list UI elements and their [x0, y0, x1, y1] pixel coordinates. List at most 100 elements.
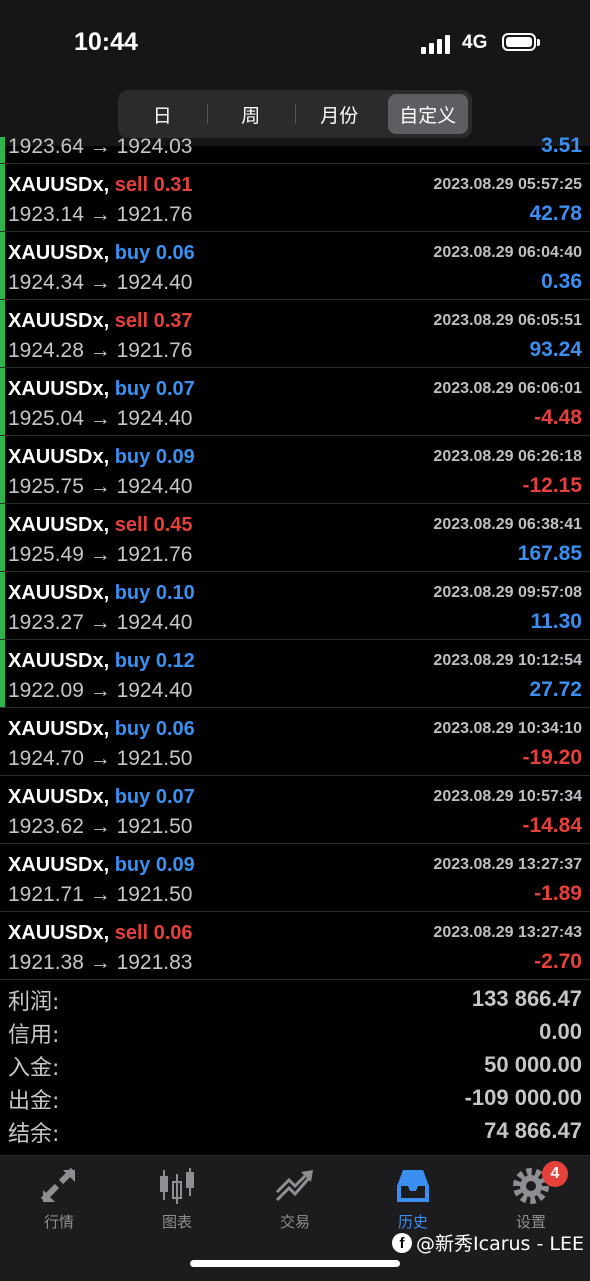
trade-prices: 1924.70 → 1921.50 [8, 747, 193, 770]
summary-credit: 信用: 0.00 [0, 1017, 590, 1050]
list-item-partial[interactable]: 1923.64 → 1924.03 3.51 [0, 137, 590, 164]
summary-label: 信用: [8, 1023, 60, 1048]
trade-title: XAUUSDx, buy 0.10 [8, 582, 195, 605]
trade-history-list[interactable]: 1923.64 → 1924.03 3.51 XAUUSDx, sell 0.3… [0, 137, 590, 980]
trade-title: XAUUSDx, sell 0.37 [8, 310, 193, 333]
summary-value: -109 000.00 [464, 1085, 582, 1110]
list-item[interactable]: XAUUSDx, buy 0.07 2023.08.29 06:06:01 1925… [0, 368, 590, 436]
status-bar-indicator [0, 368, 5, 435]
trade-volume: 0.06 [155, 242, 195, 264]
trade-side: buy [114, 242, 151, 264]
trade-side: buy [114, 582, 151, 604]
trade-profit: -19.20 [522, 746, 582, 769]
list-item[interactable]: XAUUSDx, sell 0.45 2023.08.29 06:38:41 192… [0, 504, 590, 572]
summary-profit: 利润: 133 866.47 [0, 984, 590, 1017]
list-item[interactable]: XAUUSDx, buy 0.12 2023.08.29 10:12:54 1922… [0, 640, 590, 708]
trade-symbol: XAUUSDx, [8, 582, 110, 604]
watermark-text: @新秀Icarus - LEE [416, 1233, 584, 1255]
trade-title: XAUUSDx, buy 0.09 [8, 446, 195, 469]
tab-week[interactable]: 周 [211, 94, 296, 134]
trade-profit: 27.72 [529, 678, 582, 701]
tab-quotes[interactable]: 行情 [0, 1166, 118, 1236]
trade-profit: 11.30 [530, 610, 582, 633]
tab-custom[interactable]: 自定义 [387, 94, 468, 134]
trade-title: XAUUSDx, sell 0.06 [8, 922, 193, 945]
tab-day[interactable]: 日 [122, 94, 207, 134]
status-time: 10:44 [74, 28, 138, 56]
list-item[interactable]: XAUUSDx, buy 0.06 2023.08.29 06:04:40 1924… [0, 232, 590, 300]
tab-trade[interactable]: 交易 [236, 1166, 354, 1236]
trade-prices: 1923.14 → 1921.76 [8, 203, 193, 226]
summary-value: 0.00 [539, 1019, 582, 1044]
trade-icon [275, 1170, 313, 1202]
list-item[interactable]: XAUUSDx, buy 0.07 2023.08.29 10:57:34 1923… [0, 776, 590, 844]
trade-profit: 3.51 [541, 137, 582, 157]
period-segmented-control: 日 周 月份 自定义 [118, 90, 472, 138]
tab-settings[interactable]: 设置 [472, 1166, 590, 1236]
status-bar-indicator [0, 300, 5, 367]
trade-side: buy [114, 854, 151, 876]
trade-volume: 0.07 [155, 786, 195, 808]
trade-profit: 167.85 [517, 542, 582, 565]
summary-value: 50 000.00 [484, 1052, 582, 1077]
trade-profit: -14.84 [522, 814, 582, 837]
trade-profit: -2.70 [534, 950, 582, 973]
trade-time: 2023.08.29 06:05:51 [433, 312, 582, 329]
tab-label: 交易 [279, 1213, 310, 1231]
trade-title: XAUUSDx, sell 0.45 [8, 514, 193, 537]
trade-prices: 1922.09 → 1924.40 [8, 679, 193, 702]
battery-icon [502, 33, 540, 51]
trade-volume: 0.12 [155, 650, 195, 672]
tab-label: 图表 [161, 1213, 192, 1231]
trade-side: buy [114, 378, 151, 400]
tab-chart[interactable]: 图表 [118, 1166, 236, 1236]
list-item[interactable]: XAUUSDx, buy 0.09 2023.08.29 13:27:37 1921… [0, 844, 590, 912]
summary-withdrawal: 出金: -109 000.00 [0, 1083, 590, 1116]
list-item[interactable]: XAUUSDx, sell 0.37 2023.08.29 06:05:51 192… [0, 300, 590, 368]
list-item[interactable]: XAUUSDx, sell 0.06 2023.08.29 13:27:43 192… [0, 912, 590, 980]
list-item[interactable]: XAUUSDx, buy 0.10 2023.08.29 09:57:08 1923… [0, 572, 590, 640]
status-bar-indicator [0, 572, 5, 639]
summary-balance: 结余: 74 866.47 [0, 1116, 590, 1149]
trade-side: buy [114, 786, 151, 808]
status-bar-indicator [0, 436, 5, 503]
trade-prices: 1924.28 → 1921.76 [8, 339, 193, 362]
trade-time: 2023.08.29 10:34:10 [433, 720, 582, 737]
trade-title: XAUUSDx, buy 0.12 [8, 650, 195, 673]
trade-time: 2023.08.29 05:57:25 [433, 176, 582, 193]
trade-title: XAUUSDx, buy 0.06 [8, 242, 195, 265]
trade-side: sell [114, 174, 149, 196]
home-indicator [190, 1260, 400, 1267]
trade-profit: -4.48 [534, 406, 582, 429]
trade-prices: 1925.49 → 1921.76 [8, 543, 193, 566]
network-type: 4G [462, 32, 488, 53]
trade-volume: 0.09 [155, 854, 195, 876]
status-bar-indicator [0, 164, 5, 231]
trade-time: 2023.08.29 06:26:18 [433, 448, 582, 465]
trade-profit: 93.24 [529, 338, 582, 361]
trade-profit: -1.89 [534, 882, 582, 905]
status-bar-indicator [0, 640, 5, 707]
trade-symbol: XAUUSDx, [8, 310, 110, 332]
trade-title: XAUUSDx, buy 0.07 [8, 786, 195, 809]
trade-volume: 0.09 [155, 446, 195, 468]
trade-title: XAUUSDx, buy 0.09 [8, 854, 195, 877]
trade-prices: 1923.27 → 1924.40 [8, 611, 193, 634]
trade-side: sell [114, 514, 149, 536]
status-bar-indicator [0, 232, 5, 299]
trade-profit: 42.78 [529, 202, 582, 225]
list-item[interactable]: XAUUSDx, sell 0.31 2023.08.29 05:57:25 192… [0, 164, 590, 232]
trade-side: buy [114, 650, 151, 672]
trade-side: sell [114, 310, 149, 332]
tab-history[interactable]: 历史 [354, 1166, 472, 1236]
facebook-icon: f [392, 1232, 413, 1253]
quotes-icon [40, 1167, 76, 1203]
trade-volume: 0.06 [153, 922, 193, 944]
trade-symbol: XAUUSDx, [8, 174, 110, 196]
tab-month[interactable]: 月份 [299, 94, 380, 134]
list-item[interactable]: XAUUSDx, buy 0.06 2023.08.29 10:34:10 1924… [0, 708, 590, 776]
trade-side: sell [114, 922, 149, 944]
chart-icon [160, 1168, 194, 1204]
list-item[interactable]: XAUUSDx, buy 0.09 2023.08.29 06:26:18 1925… [0, 436, 590, 504]
trade-symbol: XAUUSDx, [8, 786, 110, 808]
